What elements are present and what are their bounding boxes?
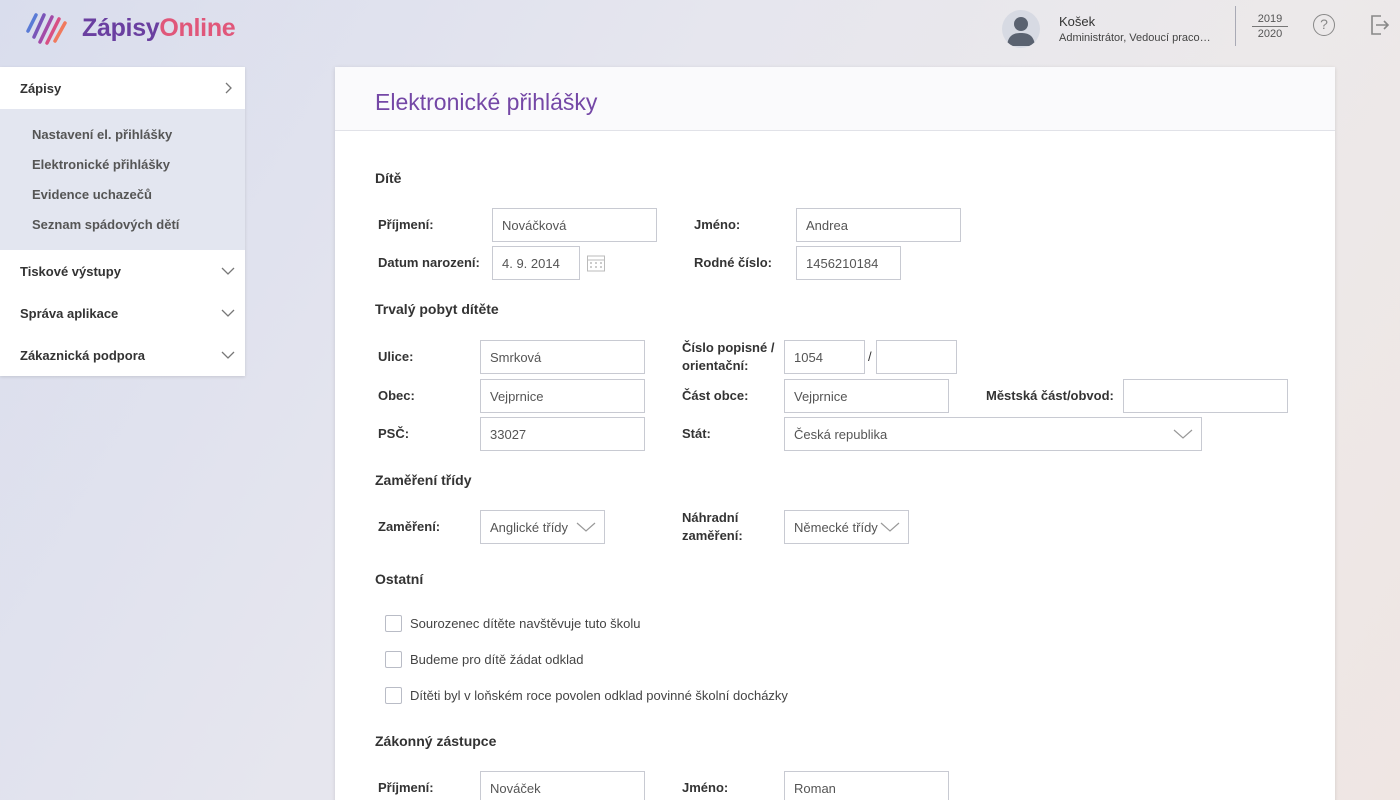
- sidebar-sub-item-prihlasky[interactable]: Elektronické přihlášky: [0, 150, 245, 180]
- child-rc-input[interactable]: 1456210184: [796, 246, 901, 280]
- help-icon[interactable]: ?: [1313, 14, 1335, 36]
- chevron-down-icon: [1173, 429, 1193, 439]
- sidebar-sub-item-evidence[interactable]: Evidence uchazečů: [0, 180, 245, 210]
- section-title-address: Trvalý pobyt dítěte: [375, 301, 499, 317]
- app-logo[interactable]: ZápisyOnline: [24, 8, 236, 48]
- alt-focus-select-value: Německé třídy: [794, 519, 878, 535]
- chevron-down-icon: [221, 267, 235, 275]
- child-rc-label: Rodné číslo:: [694, 255, 773, 270]
- checkbox-box[interactable]: [385, 687, 402, 704]
- sidebar-item-label: Zápisy: [20, 80, 62, 96]
- zip-label: PSČ:: [378, 426, 410, 441]
- sidebar-sub-item-spadove[interactable]: Seznam spádových dětí: [0, 210, 245, 240]
- sidebar-item-label: Zákaznická podpora: [20, 347, 145, 363]
- year-start: 2019: [1252, 12, 1288, 27]
- child-name-label: Jméno:: [694, 217, 741, 232]
- child-birth-label: Datum narození:: [378, 255, 480, 270]
- section-title-guardian: Zákonný zástupce: [375, 733, 497, 749]
- checkbox-label: Sourozenec dítěte navštěvuje tuto školu: [410, 616, 641, 631]
- checkbox-label: Dítěti byl v loňském roce povolen odklad…: [410, 688, 788, 703]
- checkbox-box[interactable]: [385, 651, 402, 668]
- guardian-name-label: Jméno:: [682, 780, 729, 795]
- child-birth-input[interactable]: 4. 9. 2014: [492, 246, 580, 280]
- checkbox-deferral[interactable]: Budeme pro dítě žádat odklad: [385, 651, 583, 668]
- guardian-name-input[interactable]: Roman: [784, 771, 949, 800]
- house-number-input[interactable]: 1054: [784, 340, 865, 374]
- section-title-focus: Zaměření třídy: [375, 472, 472, 488]
- header-divider: [1235, 6, 1236, 46]
- guardian-surname-input[interactable]: Nováček: [480, 771, 645, 800]
- sidebar-item-tiskove[interactable]: Tiskové výstupy: [0, 250, 245, 292]
- section-title-other: Ostatní: [375, 571, 424, 587]
- district-label: Městská část/obvod:: [986, 388, 1114, 403]
- user-name: Košek: [1059, 14, 1096, 29]
- house-number-slash: /: [868, 349, 872, 364]
- year-end: 2020: [1257, 28, 1283, 40]
- sidebar-item-label: Tiskové výstupy: [20, 263, 121, 279]
- focus-label: Zaměření:: [378, 519, 441, 534]
- section-title-child: Dítě: [375, 170, 402, 186]
- calendar-icon[interactable]: [586, 253, 606, 273]
- street-label: Ulice:: [378, 349, 414, 364]
- sidebar-item-zapisy[interactable]: Zápisy: [0, 67, 245, 109]
- sidebar-item-label: Správa aplikace: [20, 305, 119, 321]
- chevron-down-icon: [221, 351, 235, 359]
- page-title: Elektronické přihlášky: [375, 89, 598, 115]
- logout-icon[interactable]: [1367, 13, 1391, 37]
- district-input[interactable]: [1123, 379, 1288, 413]
- checkbox-box[interactable]: [385, 615, 402, 632]
- city-label: Obec:: [378, 388, 415, 403]
- focus-select[interactable]: Anglické třídy: [480, 510, 605, 544]
- child-name-input[interactable]: Andrea: [796, 208, 961, 242]
- user-info[interactable]: Košek Administrátor, Vedoucí pracoviště: [1002, 10, 1211, 48]
- alt-focus-label: Náhradní zaměření:: [682, 510, 743, 543]
- sidebar-item-podpora[interactable]: Zákaznická podpora: [0, 334, 245, 376]
- school-year-switch[interactable]: 2019 2020: [1252, 12, 1288, 41]
- sidebar-item-sprava[interactable]: Správa aplikace: [0, 292, 245, 334]
- avatar: [1002, 10, 1040, 48]
- state-label: Stát:: [682, 426, 711, 441]
- checkbox-label: Budeme pro dítě žádat odklad: [410, 652, 584, 667]
- state-select[interactable]: Česká republika: [784, 417, 1202, 451]
- city-input[interactable]: Vejprnice: [480, 379, 645, 413]
- sidebar-sub-item-nastaveni[interactable]: Nastavení el. přihlášky: [0, 120, 245, 150]
- sidebar: Zápisy Nastavení el. přihlášky Elektroni…: [0, 67, 245, 376]
- alt-focus-select[interactable]: Německé třídy: [784, 510, 909, 544]
- child-surname-label: Příjmení:: [378, 217, 434, 232]
- house-number-label: Číslo popisné / orientační:: [682, 340, 775, 373]
- form-card: Elektronické přihlášky Dítě Příjmení: No…: [335, 67, 1335, 800]
- user-role: Administrátor, Vedoucí pracoviště: [1059, 32, 1211, 44]
- city-part-label: Část obce:: [682, 388, 749, 403]
- zip-input[interactable]: 33027: [480, 417, 645, 451]
- street-input[interactable]: Smrková: [480, 340, 645, 374]
- chevron-down-icon: [221, 309, 235, 317]
- checkbox-previous-deferral[interactable]: Dítěti byl v loňském roce povolen odklad…: [385, 687, 788, 704]
- focus-select-value: Anglické třídy: [490, 519, 569, 535]
- logo-icon: [26, 13, 67, 45]
- state-select-value: Česká republika: [794, 426, 888, 442]
- chevron-down-icon: [880, 522, 900, 532]
- guardian-surname-label: Příjmení:: [378, 780, 434, 795]
- child-surname-input[interactable]: Nováčková: [492, 208, 657, 242]
- chevron-right-icon: [225, 82, 232, 94]
- logo-text: ZápisyOnline: [82, 13, 236, 42]
- chevron-down-icon: [576, 522, 596, 532]
- city-part-input[interactable]: Vejprnice: [784, 379, 949, 413]
- sidebar-submenu: Nastavení el. přihlášky Elektronické při…: [0, 109, 245, 250]
- orientation-number-input[interactable]: [876, 340, 957, 374]
- checkbox-sibling[interactable]: Sourozenec dítěte navštěvuje tuto školu: [385, 615, 641, 632]
